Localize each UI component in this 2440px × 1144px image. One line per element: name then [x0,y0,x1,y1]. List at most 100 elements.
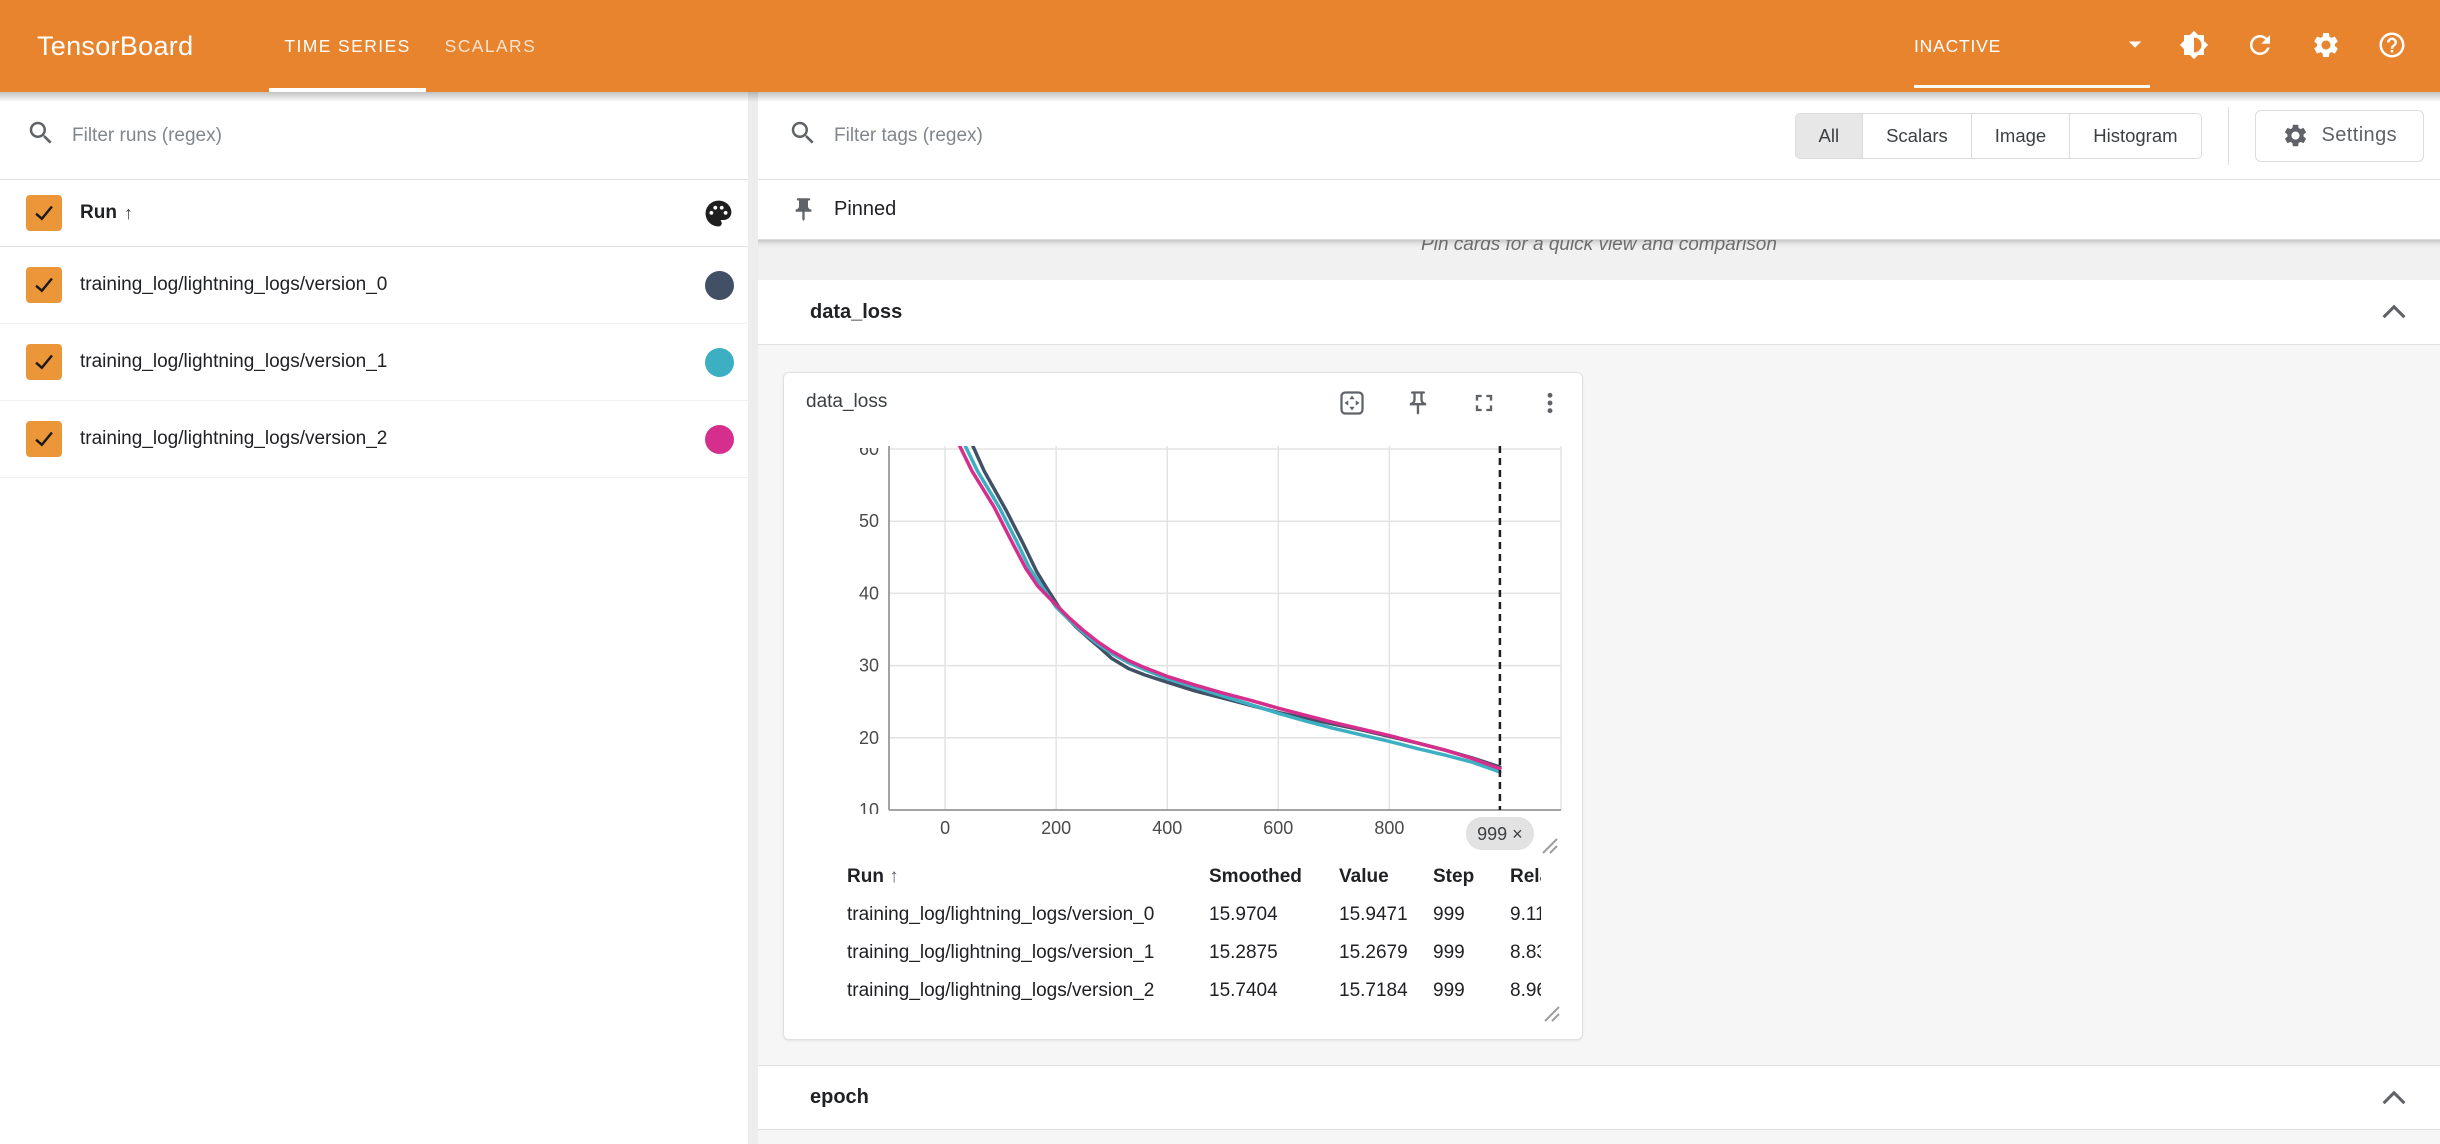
run-list: training_log/lightning_logs/version_0tra… [0,247,748,478]
cards-area: data_loss [758,345,2440,1065]
search-icon [26,118,56,153]
cell-smoothed: 15.7404 [1184,980,1314,1002]
collapse-section-button[interactable] [2381,1090,2407,1106]
svg-text:800: 800 [1374,818,1404,838]
tab-scalars[interactable]: SCALARS [428,0,554,92]
topbar: TensorBoard TIME SERIES SCALARS INACTIVE [0,0,2440,92]
palette-icon[interactable] [703,198,734,229]
refresh-icon [2245,30,2275,63]
cell-relative: 8.8355 [1485,942,1541,964]
chevron-down-icon [2120,29,2150,64]
cell-step: 999 [1408,980,1485,1002]
col-header-smoothed[interactable]: Smoothed [1184,866,1314,888]
cell-relative: 9.1188 [1485,904,1541,926]
tag-toolbar: AllScalarsImageHistogram Settings [758,92,2440,180]
filter-scalars[interactable]: Scalars [1862,114,1971,158]
settings-button[interactable]: Settings [2255,110,2424,162]
run-color-dot [705,271,734,300]
col-header-run[interactable]: Run ↑ [842,866,1184,888]
filter-all[interactable]: All [1796,114,1863,158]
settings-gear-button[interactable] [2304,24,2348,68]
brightness-icon [2179,30,2209,63]
toolbar-divider [2228,107,2229,165]
table-row: training_log/lightning_logs/version_215.… [806,972,1584,1010]
card-data-table: Run ↑ Smoothed Value Step Relative train… [806,858,1584,1010]
gear-icon [2282,122,2309,149]
run-checkbox[interactable] [26,344,62,380]
run-status-label: INACTIVE [1914,36,2001,57]
run-filter-input[interactable] [72,125,728,147]
help-button[interactable] [2370,24,2414,68]
select-all-runs-checkbox[interactable] [26,195,62,231]
run-color-dot [705,425,734,454]
run-list-item[interactable]: training_log/lightning_logs/version_1 [0,324,748,401]
chart-resize-handle[interactable] [1537,835,1561,855]
tab-time-series-label: TIME SERIES [284,36,410,57]
topbar-actions: INACTIVE [1914,0,2440,92]
svg-text:10: 10 [859,800,879,820]
cell-smoothed: 15.2875 [1184,942,1314,964]
run-filter-row [0,92,748,180]
svg-text:40: 40 [859,583,879,603]
col-header-relative[interactable]: Relative [1485,866,1541,888]
section-header-epoch: epoch [758,1065,2440,1130]
run-status-dropdown[interactable]: INACTIVE [1914,0,2150,92]
cell-step: 999 [1408,904,1485,926]
table-resize-handle[interactable] [1539,1003,1563,1023]
run-list-item[interactable]: training_log/lightning_logs/version_0 [0,247,748,324]
filter-histogram[interactable]: Histogram [2069,114,2200,158]
filter-image[interactable]: Image [1971,114,2069,158]
svg-text:0: 0 [940,818,950,838]
run-list-item[interactable]: training_log/lightning_logs/version_2 [0,401,748,478]
main-panel: AllScalarsImageHistogram Settings Pinned… [758,92,2440,1144]
pinned-empty-state: Pin cards for a quick view and compariso… [758,239,2440,280]
cell-run: training_log/lightning_logs/version_1 [842,942,1184,964]
cell-value: 15.7184 [1314,980,1408,1002]
refresh-button[interactable] [2238,24,2282,68]
cell-relative: 8.9677 [1485,980,1541,1002]
run-column-header[interactable]: Run [80,202,117,224]
tab-scalars-label: SCALARS [445,36,537,57]
settings-button-label: Settings [2322,124,2397,147]
brightness-toggle-button[interactable] [2172,24,2216,68]
pinned-hint-text: Pin cards for a quick view and compariso… [1421,239,1777,280]
runs-sidebar: Run ↑ training_log/lightning_logs/versio… [0,92,748,1144]
cell-run: training_log/lightning_logs/version_0 [842,904,1184,926]
content-below [758,1130,2440,1144]
tag-type-filter-group: AllScalarsImageHistogram [1795,113,2202,159]
svg-text:400: 400 [1152,818,1182,838]
tab-time-series[interactable]: TIME SERIES [267,0,427,92]
sort-ascending-icon: ↑ [124,203,133,224]
run-checkbox[interactable] [26,421,62,457]
cell-smoothed: 15.9704 [1184,904,1314,926]
collapse-section-button[interactable] [2381,304,2407,320]
svg-text:600: 600 [1263,818,1293,838]
svg-text:200: 200 [1041,818,1071,838]
cell-value: 15.2679 [1314,942,1408,964]
run-label: training_log/lightning_logs/version_2 [80,428,387,450]
svg-text:999 ×: 999 × [1477,824,1523,844]
main-tabs: TIME SERIES SCALARS [267,0,553,92]
tag-filter-input[interactable] [834,125,1795,147]
pinned-label: Pinned [834,198,896,221]
col-header-value[interactable]: Value [1314,866,1408,888]
cell-run: training_log/lightning_logs/version_2 [842,980,1184,1002]
svg-text:20: 20 [859,728,879,748]
table-row: training_log/lightning_logs/version_115.… [806,934,1584,972]
run-list-header: Run ↑ [0,180,748,247]
table-row: training_log/lightning_logs/version_015.… [806,896,1584,934]
svg-text:50: 50 [859,511,879,531]
cell-value: 15.9471 [1314,904,1408,926]
svg-text:30: 30 [859,656,879,676]
tag-filter [788,118,1795,153]
run-label: training_log/lightning_logs/version_1 [80,351,387,373]
run-checkbox[interactable] [26,267,62,303]
run-color-dot [705,348,734,377]
pin-icon [790,196,817,223]
cell-step: 999 [1408,942,1485,964]
sidebar-resizer[interactable] [748,92,758,1144]
sort-ascending-icon: ↑ [889,866,899,887]
col-header-step[interactable]: Step [1408,866,1485,888]
gear-icon [2311,30,2341,63]
help-icon [2377,30,2407,63]
